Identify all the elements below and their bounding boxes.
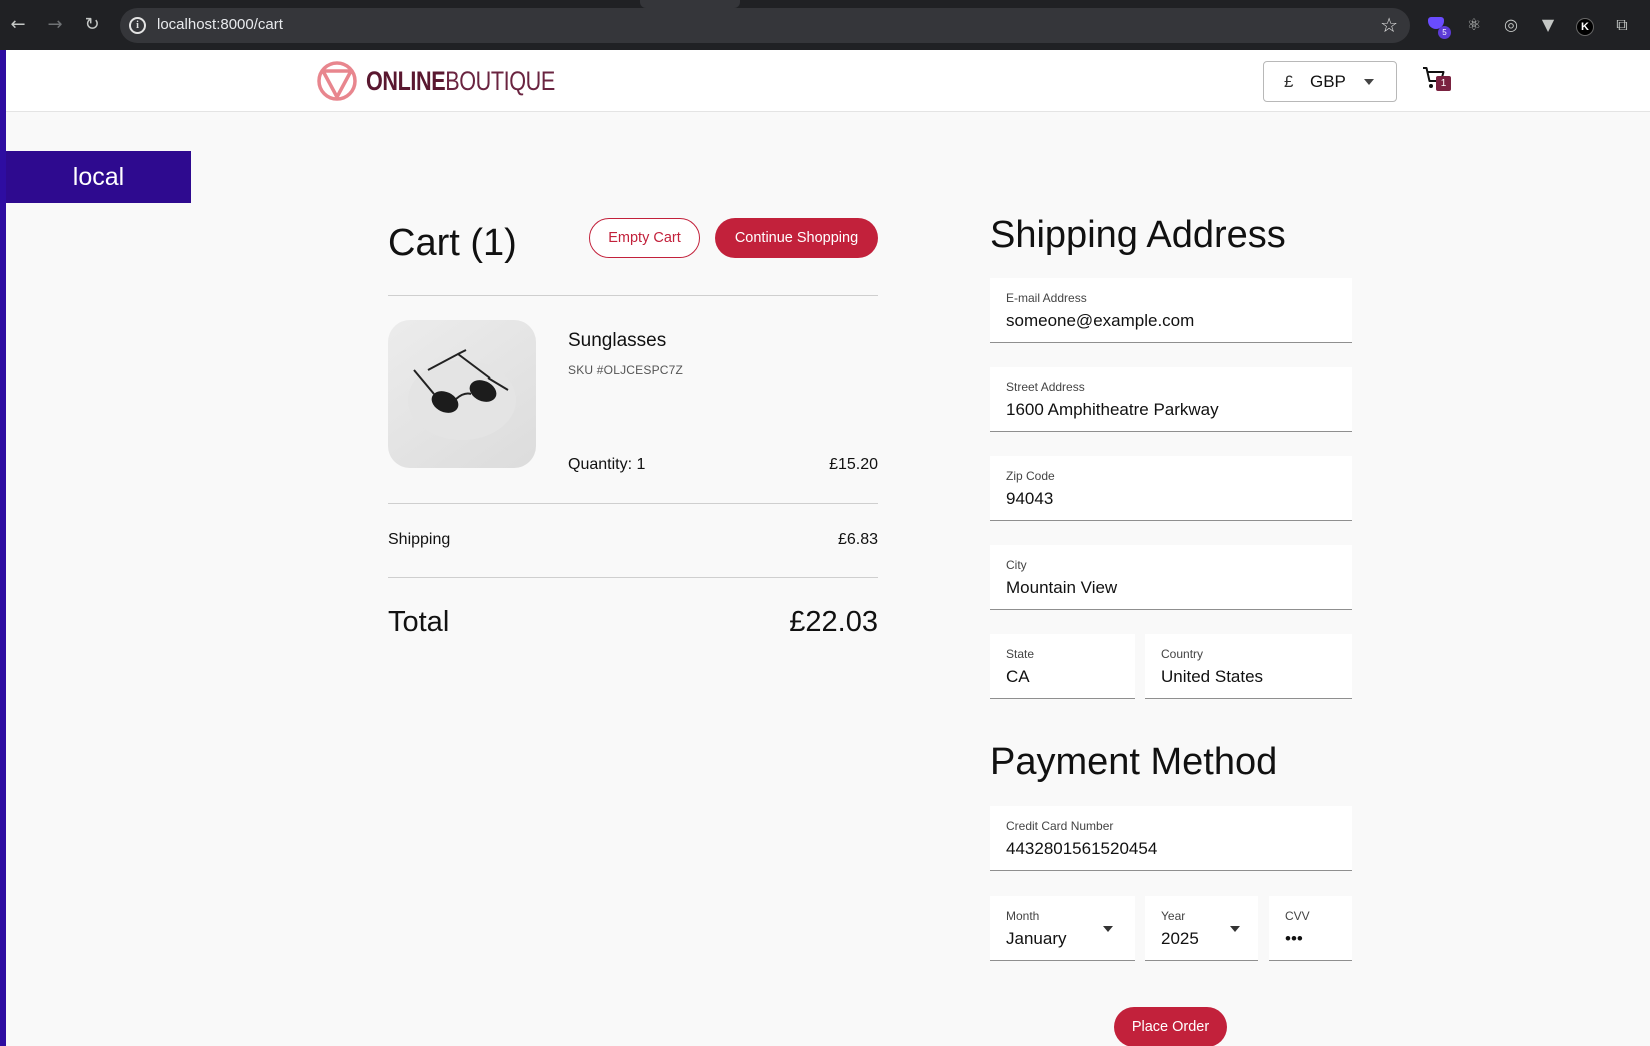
active-tab[interactable]	[640, 0, 740, 8]
cvv-field[interactable]: CVV •••	[1269, 896, 1352, 961]
state-value[interactable]: CA	[1006, 667, 1030, 687]
divider	[388, 295, 878, 296]
month-select[interactable]: Month January	[990, 896, 1135, 961]
site-logo[interactable]: ONLINEBOUTIQUE	[316, 60, 602, 102]
zip-code-field[interactable]: Zip Code 94043	[990, 456, 1352, 521]
cart-title: Cart (1)	[388, 222, 517, 264]
extension-k-icon[interactable]: K	[1574, 14, 1596, 36]
product-name[interactable]: Sunglasses	[568, 330, 666, 352]
forward-icon[interactable]: →	[43, 13, 67, 37]
street-address-label: Street Address	[1006, 380, 1085, 394]
extension-vue-icon[interactable]: ▼	[1537, 14, 1559, 36]
environment-badge: local	[6, 151, 191, 203]
email-value[interactable]: someone@example.com	[1006, 311, 1194, 331]
total-label: Total	[388, 606, 450, 638]
chevron-down-icon	[1230, 926, 1240, 932]
year-select[interactable]: Year 2025	[1145, 896, 1258, 961]
currency-code: GBP	[1310, 71, 1346, 91]
sunglasses-icon	[408, 349, 516, 440]
zip-code-value[interactable]: 94043	[1006, 489, 1053, 509]
street-address-value[interactable]: 1600 Amphitheatre Parkway	[1006, 400, 1219, 420]
empty-cart-button[interactable]: Empty Cart	[589, 218, 700, 258]
extensions-puzzle-icon[interactable]: ⧉	[1611, 14, 1633, 36]
extension-graduation-cap-icon[interactable]: 5	[1426, 14, 1451, 39]
logo-mark-icon	[317, 61, 357, 101]
url-text[interactable]: localhost:8000/cart	[157, 16, 283, 33]
cart-link[interactable]: 1	[1422, 64, 1454, 94]
tab-strip	[0, 0, 1650, 8]
reload-icon[interactable]: ↻	[80, 13, 104, 37]
credit-card-value[interactable]: 4432801561520454	[1006, 839, 1157, 859]
email-field[interactable]: E-mail Address someone@example.com	[990, 278, 1352, 343]
bookmark-star-icon[interactable]: ☆	[1380, 13, 1398, 37]
zip-code-label: Zip Code	[1006, 469, 1055, 483]
city-label: City	[1006, 558, 1027, 572]
product-price: £15.20	[829, 456, 878, 473]
product-sku: SKU #OLJCESPC7Z	[568, 363, 684, 377]
browser-chrome: ← → ↻ i localhost:8000/cart ☆ 5 ⚛ ◎ ▼ K …	[0, 0, 1650, 50]
extension-badge: 5	[1438, 26, 1451, 39]
address-bar[interactable]: i localhost:8000/cart ☆	[120, 8, 1410, 43]
product-quantity: Quantity: 1	[568, 456, 646, 473]
extension-react-icon[interactable]: ⚛	[1463, 14, 1485, 36]
state-field[interactable]: State CA	[990, 634, 1135, 699]
credit-card-field[interactable]: Credit Card Number 4432801561520454	[990, 806, 1352, 871]
site-header: ONLINEBOUTIQUE £ GBP 1	[6, 50, 1650, 112]
total-amount: £22.03	[789, 606, 878, 638]
continue-shopping-button[interactable]: Continue Shopping	[715, 218, 878, 258]
site-info-icon[interactable]: i	[129, 17, 146, 34]
month-label: Month	[1006, 909, 1040, 923]
credit-card-label: Credit Card Number	[1006, 819, 1114, 833]
email-label: E-mail Address	[1006, 291, 1087, 305]
country-label: Country	[1161, 647, 1204, 661]
currency-select[interactable]: £ GBP	[1263, 61, 1397, 102]
month-value[interactable]: January	[1006, 929, 1066, 949]
cart-count-badge: 1	[1436, 76, 1451, 91]
cvv-label: CVV	[1285, 909, 1310, 923]
country-field[interactable]: Country United States	[1145, 634, 1352, 699]
logo-text: ONLINEBOUTIQUE	[366, 65, 555, 96]
country-value[interactable]: United States	[1161, 667, 1263, 687]
city-field[interactable]: City Mountain View	[990, 545, 1352, 610]
back-icon[interactable]: ←	[6, 13, 30, 37]
chevron-down-icon	[1364, 79, 1374, 85]
shipping-cost: £6.83	[837, 531, 878, 548]
product-image[interactable]	[388, 320, 536, 468]
place-order-button[interactable]: Place Order	[1114, 1007, 1227, 1046]
shipping-address-heading: Shipping Address	[990, 214, 1286, 256]
chevron-down-icon	[1103, 926, 1113, 932]
cvv-value[interactable]: •••	[1285, 929, 1303, 949]
street-address-field[interactable]: Street Address 1600 Amphitheatre Parkway	[990, 367, 1352, 432]
divider	[388, 577, 878, 578]
page: ONLINEBOUTIQUE £ GBP 1 local Cart (1) Em…	[0, 50, 1650, 1046]
currency-symbol: £	[1284, 71, 1294, 91]
year-label: Year	[1161, 909, 1186, 923]
state-label: State	[1006, 647, 1035, 661]
payment-method-heading: Payment Method	[990, 741, 1278, 783]
shipping-label: Shipping	[388, 531, 451, 548]
extension-target-icon[interactable]: ◎	[1500, 14, 1522, 36]
year-value[interactable]: 2025	[1161, 929, 1199, 949]
divider	[388, 503, 878, 504]
city-value[interactable]: Mountain View	[1006, 578, 1117, 598]
